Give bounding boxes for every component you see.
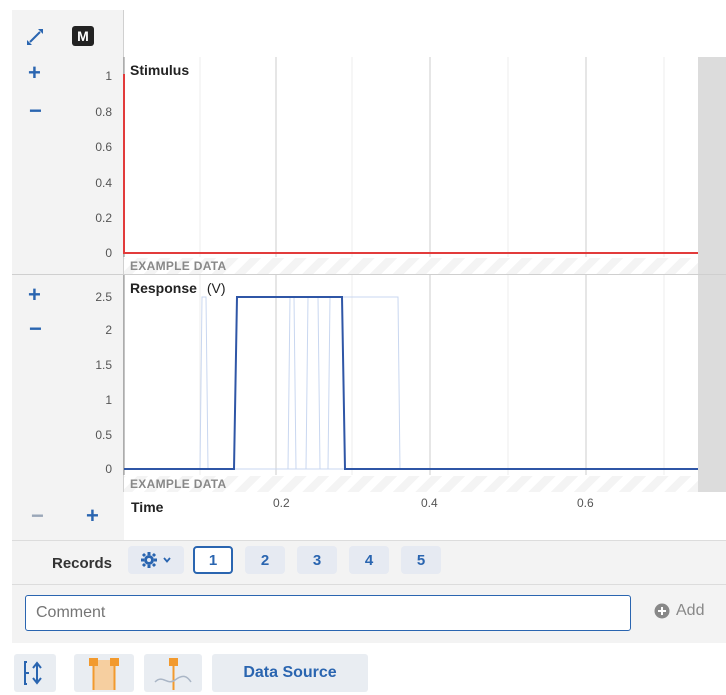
record-button-3[interactable]: 3 xyxy=(297,546,337,574)
stimulus-scrollbar[interactable] xyxy=(698,57,726,274)
time-tick: 0.4 xyxy=(421,496,438,510)
cursor-pair-button[interactable] xyxy=(74,654,134,692)
gear-icon xyxy=(141,552,157,568)
stimulus-chart xyxy=(123,57,698,257)
response-y-tick: 2.5 xyxy=(95,290,112,304)
response-chart xyxy=(123,275,698,475)
time-zoom-in-button[interactable]: + xyxy=(86,505,99,527)
response-y-tick: 1.5 xyxy=(95,358,112,372)
response-series-line xyxy=(124,296,698,470)
expand-diagonal-icon xyxy=(27,29,43,45)
stimulus-y-tick: 0.2 xyxy=(95,211,112,225)
resize-axis-button[interactable] xyxy=(14,654,56,692)
stimulus-series-line xyxy=(123,74,698,254)
time-axis-gutter xyxy=(12,492,124,540)
time-tick: 0.6 xyxy=(577,496,594,510)
add-comment-label: Add xyxy=(676,602,705,619)
records-settings-button[interactable] xyxy=(128,546,184,574)
record-button-1[interactable]: 1 xyxy=(193,546,233,574)
response-y-tick: 2 xyxy=(105,323,112,337)
response-zoom-in-button[interactable]: + xyxy=(28,284,41,306)
record-button-5[interactable]: 5 xyxy=(401,546,441,574)
response-gridlines xyxy=(199,275,665,475)
data-source-label: Data Source xyxy=(243,664,337,681)
stimulus-y-tick: 1 xyxy=(105,69,112,83)
expand-icon[interactable] xyxy=(24,26,46,48)
faint-trace xyxy=(124,296,698,470)
vertical-resize-icon xyxy=(24,661,42,685)
response-example-data-label: EXAMPLE DATA xyxy=(130,477,227,491)
response-scrollbar[interactable] xyxy=(698,275,726,492)
header-bar xyxy=(124,10,726,57)
data-source-button[interactable]: Data Source xyxy=(212,654,368,692)
faint-trace xyxy=(124,296,698,470)
chevron-down-icon xyxy=(163,557,171,563)
response-y-tick: 0.5 xyxy=(95,428,112,442)
response-faint-traces xyxy=(124,296,698,470)
mode-badge[interactable]: M xyxy=(72,26,94,46)
faint-trace xyxy=(124,296,698,470)
response-y-tick: 1 xyxy=(105,393,112,407)
time-axis-label: Time xyxy=(131,499,164,515)
response-y-tick: 0 xyxy=(105,462,112,476)
time-tick: 0.2 xyxy=(273,496,290,510)
record-button-4[interactable]: 4 xyxy=(349,546,389,574)
record-button-2[interactable]: 2 xyxy=(245,546,285,574)
add-comment-button[interactable]: Add xyxy=(654,602,704,620)
stimulus-zoom-out-button[interactable]: − xyxy=(29,100,42,122)
stimulus-gridlines xyxy=(199,57,665,257)
records-label: Records xyxy=(52,555,113,572)
faint-trace xyxy=(124,296,698,470)
stimulus-y-tick: 0.4 xyxy=(95,176,112,190)
stimulus-y-tick: 0.8 xyxy=(95,105,112,119)
stimulus-example-data-label: EXAMPLE DATA xyxy=(130,259,227,273)
stimulus-y-tick: 0.6 xyxy=(95,140,112,154)
single-cursor-button[interactable] xyxy=(144,654,202,692)
stimulus-y-tick: 0 xyxy=(105,246,112,260)
single-cursor-icon xyxy=(154,658,192,690)
time-zoom-out-button[interactable]: − xyxy=(31,505,44,527)
dual-cursor-icon xyxy=(89,658,119,690)
comment-input[interactable] xyxy=(25,595,631,631)
plus-circle-icon xyxy=(654,603,670,619)
left-gutter xyxy=(12,10,124,540)
response-zoom-out-button[interactable]: − xyxy=(29,318,42,340)
stimulus-zoom-in-button[interactable]: + xyxy=(28,62,41,84)
